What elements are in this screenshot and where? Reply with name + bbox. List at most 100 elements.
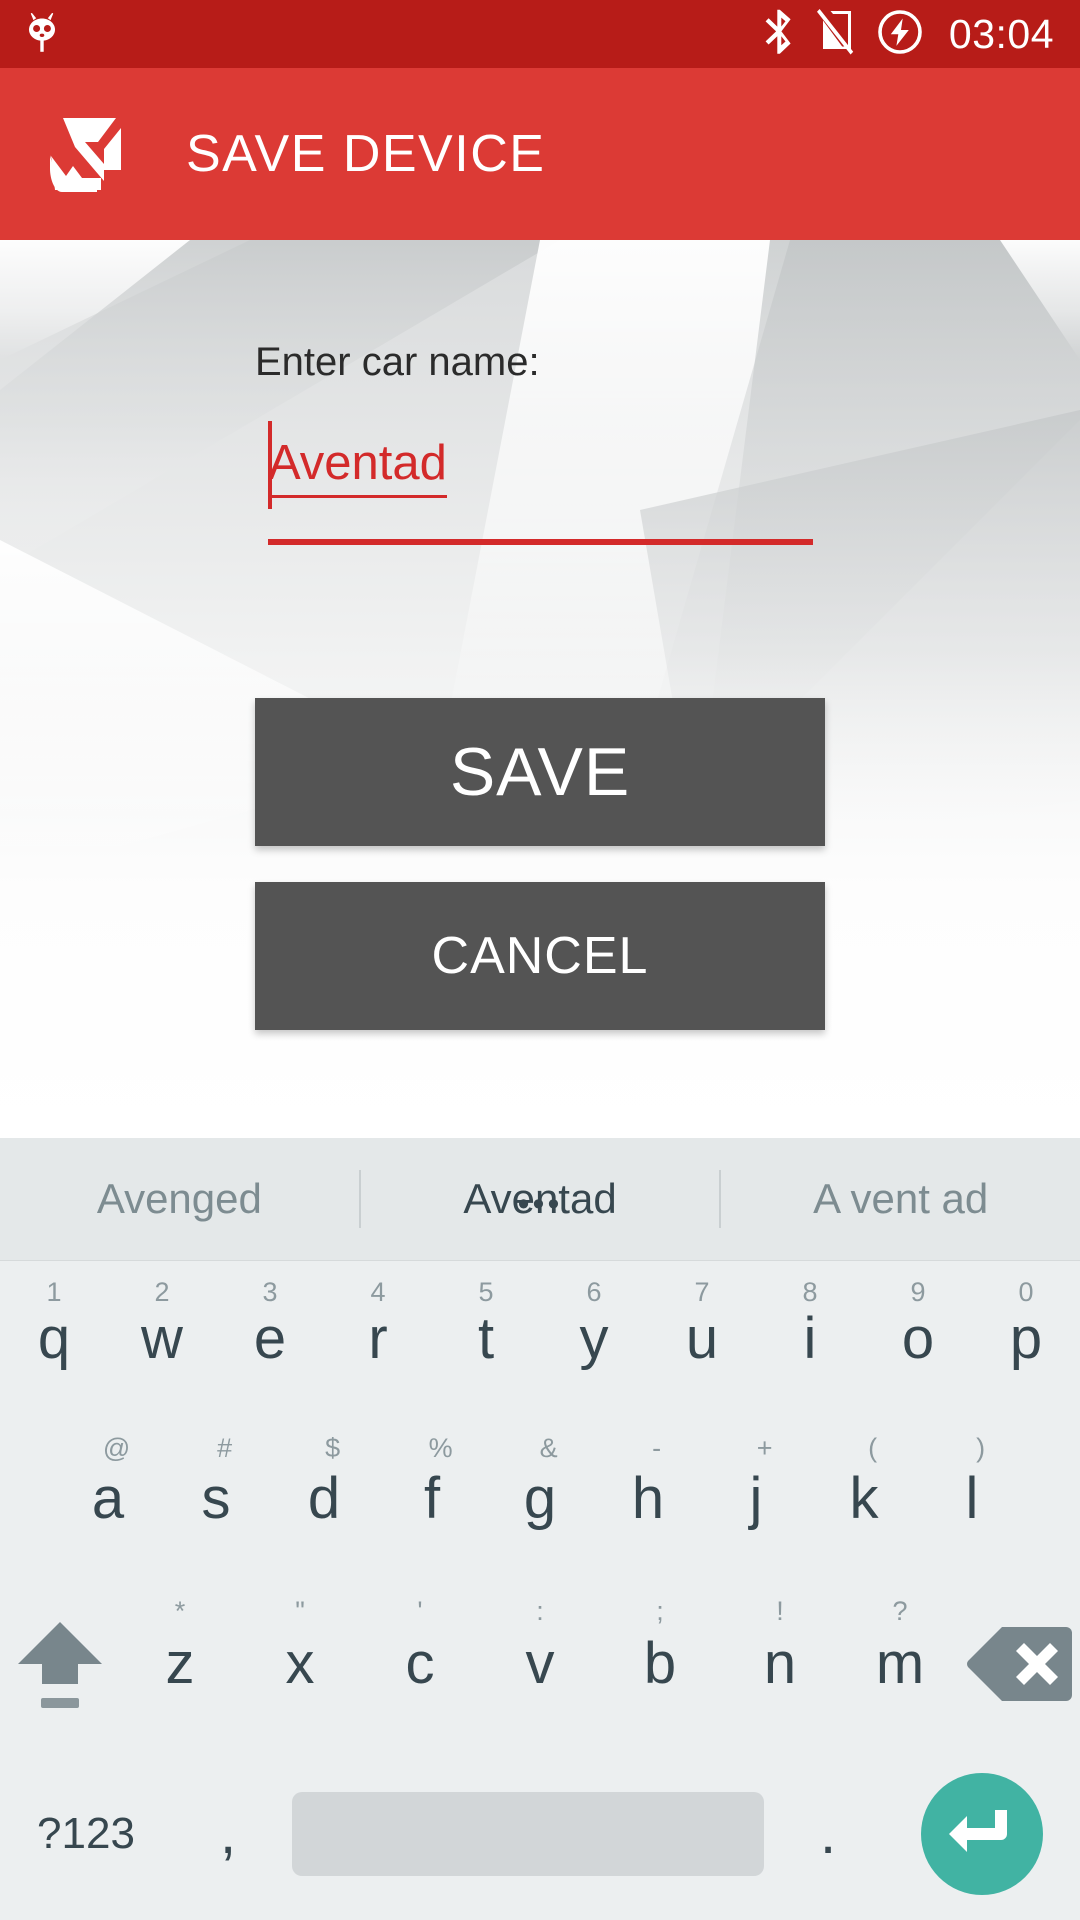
key-label: r bbox=[368, 1306, 388, 1371]
key-label: c bbox=[405, 1631, 435, 1696]
key-u[interactable]: 7u bbox=[648, 1261, 756, 1417]
key-p[interactable]: 0p bbox=[972, 1261, 1080, 1417]
input-underline bbox=[268, 539, 813, 545]
key-hint: ; bbox=[656, 1596, 664, 1626]
key-label: d bbox=[307, 1465, 341, 1531]
key-hint: 1 bbox=[46, 1277, 62, 1307]
status-bar-left bbox=[0, 10, 62, 59]
keyboard-row-3: * z " x ' c :v ; b ! n ? m bbox=[0, 1580, 1080, 1748]
key-label: w bbox=[141, 1306, 183, 1371]
app-logo-icon bbox=[42, 104, 142, 204]
key-m[interactable]: ? m bbox=[840, 1580, 960, 1748]
key-label: . bbox=[819, 1801, 837, 1866]
car-name-label: Enter car name: bbox=[255, 340, 540, 384]
key-hint: & bbox=[539, 1433, 558, 1463]
key-a[interactable]: @ a bbox=[54, 1417, 162, 1580]
enter-key[interactable] bbox=[884, 1748, 1080, 1920]
bluetooth-icon bbox=[761, 9, 795, 60]
key-hint: 6 bbox=[586, 1277, 602, 1307]
key-label: o bbox=[901, 1306, 935, 1371]
key-k[interactable]: (k bbox=[810, 1417, 918, 1580]
suggestion-strip: Avenged Aventad ••• A vent ad bbox=[0, 1138, 1080, 1261]
key-o[interactable]: 9o bbox=[864, 1261, 972, 1417]
key-label: u bbox=[685, 1306, 719, 1371]
key-j[interactable]: + j bbox=[702, 1417, 810, 1580]
key-r[interactable]: 4r bbox=[324, 1261, 432, 1417]
app-bar: SAVE DEVICE bbox=[0, 68, 1080, 240]
cancel-button[interactable]: CANCEL bbox=[255, 882, 825, 1030]
key-y[interactable]: 6y bbox=[540, 1261, 648, 1417]
status-bar: 03:04 bbox=[0, 0, 1080, 68]
key-label: p bbox=[1009, 1306, 1043, 1371]
keyboard-row-2: @ a # s $ d % f & g -h + j (k ) l bbox=[0, 1417, 1080, 1580]
key-hint: % bbox=[428, 1433, 453, 1463]
status-clock: 03:04 bbox=[948, 10, 1054, 57]
key-x[interactable]: " x bbox=[240, 1580, 360, 1748]
key-q[interactable]: 1q bbox=[0, 1261, 108, 1417]
key-v[interactable]: :v bbox=[480, 1580, 600, 1748]
shift-key[interactable] bbox=[0, 1580, 120, 1748]
suggestion-item[interactable]: A vent ad bbox=[721, 1178, 1080, 1220]
key-l[interactable]: ) l bbox=[918, 1417, 1026, 1580]
key-c[interactable]: ' c bbox=[360, 1580, 480, 1748]
comma-key[interactable]: , bbox=[172, 1748, 284, 1920]
save-button[interactable]: SAVE bbox=[255, 698, 825, 846]
suggestion-more-icon[interactable]: ••• bbox=[518, 1186, 563, 1221]
key-z[interactable]: * z bbox=[120, 1580, 240, 1748]
period-key[interactable]: . bbox=[772, 1748, 884, 1920]
key-label: l bbox=[965, 1465, 979, 1531]
key-label: i bbox=[803, 1306, 817, 1371]
key-e[interactable]: 3e bbox=[216, 1261, 324, 1417]
key-label: j bbox=[749, 1465, 763, 1531]
backspace-key[interactable] bbox=[960, 1580, 1080, 1748]
key-f[interactable]: % f bbox=[378, 1417, 486, 1580]
key-label: , bbox=[219, 1801, 237, 1866]
key-label: g bbox=[523, 1465, 557, 1531]
key-label: x bbox=[285, 1631, 315, 1696]
key-label: ?123 bbox=[37, 1809, 135, 1858]
key-hint: + bbox=[756, 1433, 773, 1463]
phone-screen: 03:04 SAVE DEVICE Enter car name: Aventa… bbox=[0, 0, 1080, 1920]
key-label: a bbox=[91, 1465, 125, 1531]
key-label: f bbox=[423, 1465, 441, 1531]
key-t[interactable]: 5t bbox=[432, 1261, 540, 1417]
key-label: m bbox=[875, 1631, 925, 1696]
page-title: SAVE DEVICE bbox=[186, 125, 546, 183]
key-hint: @ bbox=[102, 1433, 131, 1463]
key-w[interactable]: 2w bbox=[108, 1261, 216, 1417]
key-i[interactable]: 8i bbox=[756, 1261, 864, 1417]
car-name-input[interactable]: Aventad bbox=[268, 421, 813, 545]
key-hint: # bbox=[217, 1433, 233, 1463]
space-key[interactable] bbox=[284, 1748, 772, 1920]
car-name-input-value: Aventad bbox=[268, 439, 447, 498]
key-label: h bbox=[631, 1465, 665, 1531]
key-label: e bbox=[253, 1306, 287, 1371]
suggestion-item[interactable]: Avenged bbox=[0, 1178, 359, 1220]
key-label: n bbox=[763, 1631, 797, 1696]
key-label: b bbox=[643, 1631, 677, 1696]
symbols-key[interactable]: ?123 bbox=[0, 1748, 172, 1920]
key-hint: * bbox=[174, 1596, 186, 1626]
battery-charging-icon bbox=[877, 9, 923, 60]
key-hint: 0 bbox=[1018, 1277, 1034, 1307]
key-hint: - bbox=[652, 1433, 662, 1463]
main-content: Enter car name: Aventad SAVE CANCEL bbox=[0, 240, 1080, 1138]
enter-icon bbox=[921, 1773, 1043, 1895]
suggestion-item-active[interactable]: Aventad ••• bbox=[361, 1178, 720, 1221]
key-d[interactable]: $ d bbox=[270, 1417, 378, 1580]
key-hint: 4 bbox=[370, 1277, 386, 1307]
key-b[interactable]: ; b bbox=[600, 1580, 720, 1748]
key-s[interactable]: # s bbox=[162, 1417, 270, 1580]
key-h[interactable]: -h bbox=[594, 1417, 702, 1580]
key-hint: ' bbox=[417, 1596, 423, 1626]
key-hint: 5 bbox=[478, 1277, 494, 1307]
key-hint: " bbox=[295, 1596, 305, 1626]
no-sim-card-icon bbox=[816, 8, 855, 60]
key-hint: 8 bbox=[802, 1277, 818, 1307]
key-hint: : bbox=[536, 1596, 544, 1626]
key-hint: ! bbox=[776, 1596, 784, 1626]
key-n[interactable]: ! n bbox=[720, 1580, 840, 1748]
cyanogenmod-logo-icon bbox=[22, 10, 62, 59]
key-label: y bbox=[579, 1306, 609, 1371]
key-g[interactable]: & g bbox=[486, 1417, 594, 1580]
